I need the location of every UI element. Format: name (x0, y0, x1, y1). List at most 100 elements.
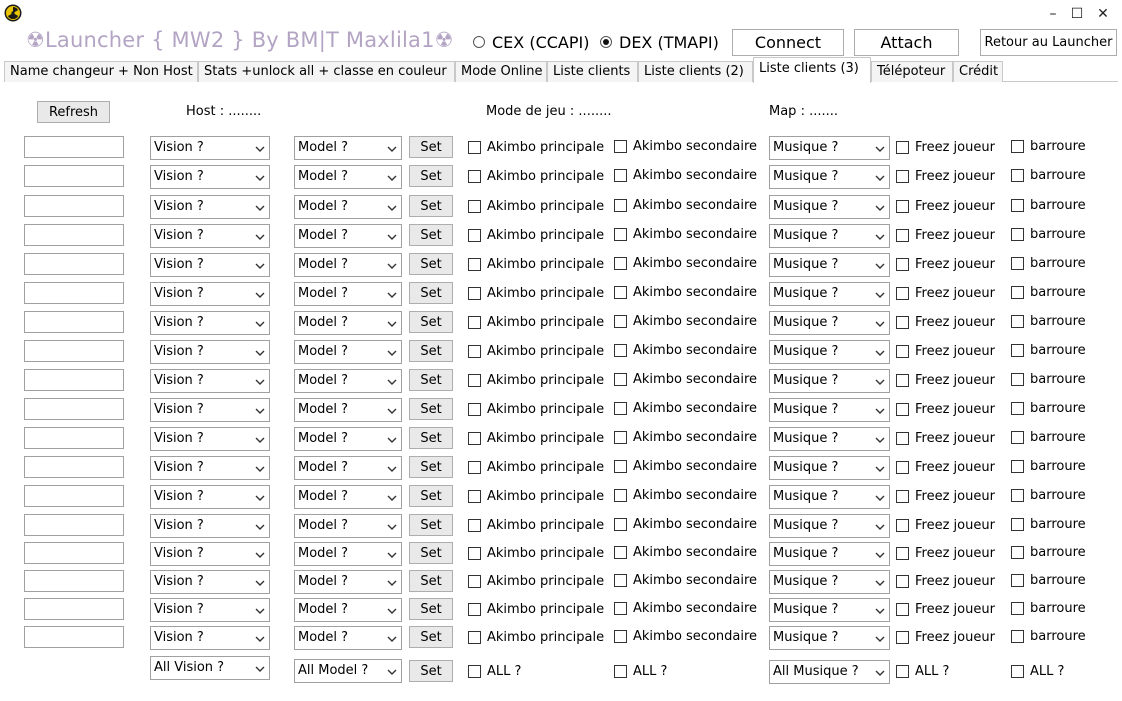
vision-select[interactable]: Vision ? (150, 542, 270, 566)
musique-select[interactable]: Musique ? (769, 456, 890, 480)
akimbo-principale-checkbox[interactable]: Akimbo principale (468, 629, 604, 645)
model-select[interactable]: Model ? (294, 485, 402, 509)
checkbox-icon[interactable] (614, 573, 627, 587)
client-name-input[interactable] (24, 398, 124, 420)
checkbox-icon[interactable] (614, 256, 627, 270)
checkbox-icon[interactable] (614, 629, 627, 643)
barroure-checkbox[interactable]: barroure (1011, 342, 1086, 358)
akimbo-principale-checkbox[interactable]: Akimbo principale (468, 517, 604, 533)
barroure-checkbox[interactable]: barroure (1011, 572, 1086, 588)
akimbo-principale-checkbox[interactable]: Akimbo principale (468, 545, 604, 561)
akimbo-principale-checkbox[interactable]: Akimbo principale (468, 198, 604, 214)
checkbox-icon[interactable] (468, 630, 481, 644)
set-button[interactable]: Set (409, 253, 453, 275)
akimbo-principale-checkbox[interactable]: Akimbo principale (468, 601, 604, 617)
tab-6[interactable]: Liste clients (3) (753, 57, 871, 83)
all-model-select[interactable]: All Model ? (294, 659, 402, 683)
musique-select[interactable]: Musique ? (769, 340, 890, 364)
checkbox-icon[interactable] (614, 664, 627, 678)
checkbox-icon[interactable] (468, 140, 481, 154)
checkbox-icon[interactable] (1011, 256, 1024, 270)
akimbo-principale-checkbox[interactable]: Akimbo principale (468, 430, 604, 446)
checkbox-icon[interactable] (896, 431, 909, 445)
client-name-input[interactable] (24, 598, 124, 620)
client-name-input[interactable] (24, 369, 124, 391)
model-select[interactable]: Model ? (294, 311, 402, 335)
checkbox-icon[interactable] (614, 459, 627, 473)
set-button[interactable]: Set (409, 542, 453, 564)
checkbox-icon[interactable] (896, 140, 909, 154)
akimbo-principale-checkbox[interactable]: Akimbo principale (468, 573, 604, 589)
tab-7[interactable]: Télépoteur (871, 61, 953, 82)
checkbox-icon[interactable] (896, 460, 909, 474)
checkbox-icon[interactable] (896, 402, 909, 416)
client-name-input[interactable] (24, 485, 124, 507)
tab-2[interactable]: Stats +unlock all + classe en couleur (198, 61, 455, 82)
model-select[interactable]: Model ? (294, 542, 402, 566)
akimbo-secondaire-checkbox[interactable]: Akimbo secondaire (614, 313, 757, 329)
akimbo-secondaire-checkbox[interactable]: Akimbo secondaire (614, 284, 757, 300)
vision-select[interactable]: Vision ? (150, 224, 270, 248)
musique-select[interactable]: Musique ? (769, 311, 890, 335)
checkbox-icon[interactable] (896, 546, 909, 560)
client-name-input[interactable] (24, 514, 124, 536)
checkbox-icon[interactable] (614, 343, 627, 357)
akimbo-secondaire-checkbox[interactable]: Akimbo secondaire (614, 429, 757, 445)
set-button[interactable]: Set (409, 598, 453, 620)
musique-select[interactable]: Musique ? (769, 253, 890, 277)
client-name-input[interactable] (24, 427, 124, 449)
checkbox-icon[interactable] (896, 344, 909, 358)
client-name-input[interactable] (24, 136, 124, 158)
checkbox-icon[interactable] (1011, 372, 1024, 386)
checkbox-icon[interactable] (896, 257, 909, 271)
set-button[interactable]: Set (409, 136, 453, 158)
freez-joueur-checkbox[interactable]: Freez joueur (896, 517, 995, 533)
tab-5[interactable]: Liste clients (2) (638, 61, 753, 82)
akimbo-secondaire-checkbox[interactable]: Akimbo secondaire (614, 400, 757, 416)
vision-select[interactable]: Vision ? (150, 427, 270, 451)
set-button[interactable]: Set (409, 626, 453, 648)
vision-select[interactable]: Vision ? (150, 311, 270, 335)
akimbo-secondaire-checkbox[interactable]: Akimbo secondaire (614, 371, 757, 387)
checkbox-icon[interactable] (468, 489, 481, 503)
barroure-checkbox[interactable]: barroure (1011, 544, 1086, 560)
client-name-input[interactable] (24, 224, 124, 246)
all-musique-select[interactable]: All Musique ? (769, 660, 890, 684)
checkbox-icon[interactable] (896, 373, 909, 387)
set-button[interactable]: Set (409, 282, 453, 304)
barroure-checkbox[interactable]: barroure (1011, 313, 1086, 329)
checkbox-icon[interactable] (468, 373, 481, 387)
checkbox-icon[interactable] (896, 286, 909, 300)
checkbox-icon[interactable] (1011, 168, 1024, 182)
client-name-input[interactable] (24, 626, 124, 648)
musique-select[interactable]: Musique ? (769, 369, 890, 393)
barroure-checkbox[interactable]: barroure (1011, 167, 1086, 183)
akimbo-secondaire-checkbox[interactable]: Akimbo secondaire (614, 167, 757, 183)
checkbox-icon[interactable] (896, 228, 909, 242)
checkbox-icon[interactable] (896, 518, 909, 532)
barroure-checkbox[interactable]: barroure (1011, 284, 1086, 300)
retour-launcher-button[interactable]: Retour au Launcher (980, 29, 1117, 56)
checkbox-icon[interactable] (468, 546, 481, 560)
barroure-checkbox[interactable]: barroure (1011, 487, 1086, 503)
akimbo-secondaire-checkbox[interactable]: Akimbo secondaire (614, 197, 757, 213)
musique-select[interactable]: Musique ? (769, 427, 890, 451)
checkbox-icon[interactable] (1011, 573, 1024, 587)
vision-select[interactable]: Vision ? (150, 598, 270, 622)
checkbox-icon[interactable] (896, 574, 909, 588)
checkbox-icon[interactable] (614, 314, 627, 328)
freez-joueur-checkbox[interactable]: Freez joueur (896, 285, 995, 301)
musique-select[interactable]: Musique ? (769, 195, 890, 219)
akimbo-secondaire-checkbox[interactable]: Akimbo secondaire (614, 458, 757, 474)
freez-joueur-checkbox[interactable]: Freez joueur (896, 545, 995, 561)
client-name-input[interactable] (24, 456, 124, 478)
checkbox-icon[interactable] (468, 257, 481, 271)
vision-select[interactable]: Vision ? (150, 195, 270, 219)
vision-select[interactable]: Vision ? (150, 626, 270, 650)
model-select[interactable]: Model ? (294, 253, 402, 277)
checkbox-icon[interactable] (614, 139, 627, 153)
musique-select[interactable]: Musique ? (769, 570, 890, 594)
checkbox-icon[interactable] (614, 430, 627, 444)
vision-select[interactable]: Vision ? (150, 369, 270, 393)
vision-select[interactable]: Vision ? (150, 282, 270, 306)
